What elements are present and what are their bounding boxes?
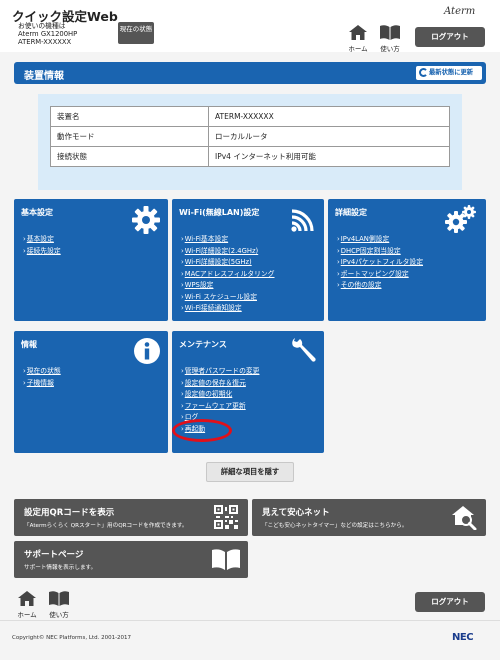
link-wifi-detail-24[interactable]: Wi-Fi詳細設定(2.4GHz) bbox=[181, 246, 275, 258]
link-other-settings[interactable]: その他の設定 bbox=[337, 280, 423, 292]
qr-card-title: 設定用QRコードを表示 bbox=[24, 508, 115, 518]
info-icon bbox=[134, 338, 160, 364]
footer-divider bbox=[0, 620, 500, 621]
link-client-info[interactable]: 子機情報 bbox=[23, 378, 61, 390]
card-link-list: IPv4LAN側設定 DHCP固定割当設定 IPv4パケットフィルタ設定 ポート… bbox=[337, 234, 423, 292]
model-info: お使いの機種は Aterm GX1200HP ATERM-XXXXXX bbox=[18, 22, 77, 47]
brand-logo: Aterm bbox=[444, 6, 476, 17]
link-admin-password[interactable]: 管理者パスワードの変更 bbox=[181, 366, 260, 378]
device-name: ATERM-XXXXXX bbox=[18, 38, 72, 47]
book-icon bbox=[49, 591, 69, 606]
row-key: 装置名 bbox=[50, 106, 209, 127]
home-label: ホーム bbox=[348, 45, 368, 53]
help-label: 使い方 bbox=[380, 45, 400, 53]
row-value: ローカルルータ bbox=[208, 126, 450, 147]
wrench-icon bbox=[292, 338, 316, 362]
device-info-table: 装置名 ATERM-XXXXXX 動作モード ローカルルータ 接続状態 IPv4 イン… bbox=[50, 106, 450, 167]
current-status-button[interactable]: 現在の状態 bbox=[118, 22, 154, 44]
card-title: Wi-Fi(無線LAN)設定 bbox=[179, 208, 260, 217]
help-button[interactable]: 使い方 bbox=[377, 25, 403, 53]
card-advanced-settings: 詳細設定 IPv4LAN側設定 DHCP固定割当設定 IPv4パケットフィルタ設… bbox=[328, 199, 486, 321]
link-wifi-notify[interactable]: Wi-Fi接続通知設定 bbox=[181, 303, 275, 315]
card-info: 情報 現在の状態 子機情報 bbox=[14, 331, 168, 453]
device-info-header: 装置情報 最新状態に更新 bbox=[14, 62, 486, 84]
home-icon bbox=[349, 25, 367, 40]
reboot-highlight-ring bbox=[172, 419, 232, 442]
footer-help-button[interactable]: 使い方 bbox=[46, 591, 72, 619]
support-card-title: サポートページ bbox=[24, 550, 84, 560]
house-search-icon bbox=[452, 506, 477, 530]
model-name: Aterm GX1200HP bbox=[18, 30, 78, 39]
home-icon bbox=[18, 591, 36, 606]
card-wifi-settings: Wi-Fi(無線LAN)設定 Wi-Fi基本設定 Wi-Fi詳細設定(2.4GH… bbox=[172, 199, 324, 321]
model-label: お使いの機種は bbox=[18, 22, 66, 30]
support-page-card[interactable]: サポートページ サポート情報を表示します。 bbox=[14, 541, 248, 578]
link-ipv4-filter[interactable]: IPv4パケットフィルタ設定 bbox=[337, 257, 423, 269]
safe-net-card[interactable]: 見えて安心ネット 「こども安心ネットタイマー」などの設定はこちらから。 bbox=[252, 499, 486, 536]
link-basic-settings[interactable]: 基本設定 bbox=[23, 234, 61, 246]
gears-icon bbox=[445, 205, 476, 233]
card-title: メンテナンス bbox=[179, 340, 227, 349]
book-icon bbox=[380, 25, 400, 40]
card-title: 基本設定 bbox=[21, 208, 53, 217]
footer-logout-button[interactable]: ログアウト bbox=[415, 592, 485, 612]
card-link-list: 基本設定 接続先設定 bbox=[23, 234, 61, 257]
row-value: IPv4 インターネット利用可能 bbox=[208, 146, 450, 167]
footer-home-button[interactable]: ホーム bbox=[14, 591, 40, 619]
support-card-desc: サポート情報を表示します。 bbox=[24, 565, 97, 571]
wifi-icon bbox=[291, 209, 314, 232]
safe-card-desc: 「こども安心ネットタイマー」などの設定はこちらから。 bbox=[262, 523, 408, 529]
footer-home-label: ホーム bbox=[17, 611, 37, 619]
card-title: 情報 bbox=[21, 340, 37, 349]
refresh-icon bbox=[419, 68, 428, 77]
refresh-label: 最新状態に更新 bbox=[429, 69, 474, 76]
link-wifi-detail-5[interactable]: Wi-Fi詳細設定(5GHz) bbox=[181, 257, 275, 269]
nec-logo: NEC bbox=[452, 632, 474, 643]
link-mac-filter[interactable]: MACアドレスフィルタリング bbox=[181, 269, 275, 281]
refresh-button[interactable]: 最新状態に更新 bbox=[416, 66, 482, 80]
link-connection-settings[interactable]: 接続先設定 bbox=[23, 246, 61, 258]
gear-icon bbox=[132, 206, 160, 234]
card-basic-settings: 基本設定 基本設定 接続先設定 bbox=[14, 199, 168, 321]
link-wps[interactable]: WPS設定 bbox=[181, 280, 275, 292]
hide-details-button[interactable]: 詳細な項目を隠す bbox=[206, 462, 294, 482]
copyright-text: Copyright© NEC Platforms, Ltd. 2001-2017 bbox=[12, 635, 132, 641]
qr-card-desc: 「Atermらくらく QRスタート」用のQRコードを作成できます。 bbox=[24, 523, 188, 529]
book-icon bbox=[212, 549, 240, 570]
card-link-list: Wi-Fi基本設定 Wi-Fi詳細設定(2.4GHz) Wi-Fi詳細設定(5G… bbox=[181, 234, 275, 315]
table-row: 動作モード ローカルルータ bbox=[50, 126, 450, 147]
link-wifi-basic[interactable]: Wi-Fi基本設定 bbox=[181, 234, 275, 246]
link-port-mapping[interactable]: ポートマッピング設定 bbox=[337, 269, 423, 281]
device-info-title: 装置情報 bbox=[24, 71, 64, 82]
table-row: 接続状態 IPv4 インターネット利用可能 bbox=[50, 146, 450, 167]
link-dhcp-fixed[interactable]: DHCP固定割当設定 bbox=[337, 246, 423, 258]
row-value: ATERM-XXXXXX bbox=[208, 106, 450, 127]
qr-code-icon bbox=[214, 505, 238, 529]
link-firmware-update[interactable]: ファームウェア更新 bbox=[181, 401, 259, 413]
link-wifi-schedule[interactable]: Wi-Fi スケジュール設定 bbox=[181, 292, 275, 304]
qr-code-card[interactable]: 設定用QRコードを表示 「Atermらくらく QRスタート」用のQRコードを作成… bbox=[14, 499, 248, 536]
table-row: 装置名 ATERM-XXXXXX bbox=[50, 106, 450, 127]
link-save-restore[interactable]: 設定値の保存＆復元 bbox=[181, 378, 259, 390]
home-button[interactable]: ホーム bbox=[345, 25, 371, 53]
footer-help-label: 使い方 bbox=[49, 611, 69, 619]
card-link-list: 現在の状態 子機情報 bbox=[23, 366, 61, 389]
safe-card-title: 見えて安心ネット bbox=[262, 508, 330, 518]
row-key: 接続状態 bbox=[50, 146, 209, 167]
logout-button[interactable]: ログアウト bbox=[415, 27, 485, 47]
row-key: 動作モード bbox=[50, 126, 209, 147]
link-ipv4-lan[interactable]: IPv4LAN側設定 bbox=[337, 234, 423, 246]
link-factory-reset[interactable]: 設定値の初期化 bbox=[181, 389, 259, 401]
card-title: 詳細設定 bbox=[335, 208, 367, 217]
link-current-status[interactable]: 現在の状態 bbox=[23, 366, 61, 378]
